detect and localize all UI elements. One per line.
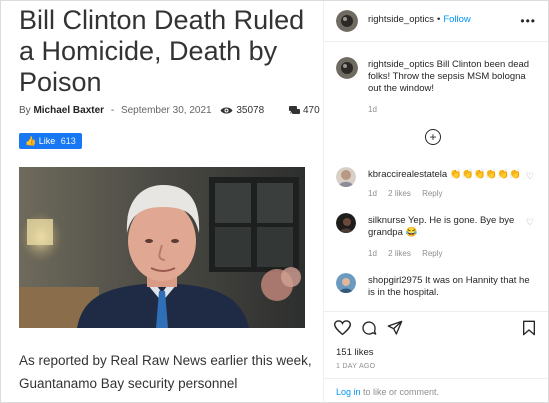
- comment-text: kbraccirealestatela 👏👏👏👏👏👏: [368, 169, 538, 181]
- author-name: Michael Baxter: [33, 105, 105, 116]
- post-header: rightside_optics • Follow •••: [324, 1, 548, 42]
- heart-icon[interactable]: ♡: [526, 217, 534, 228]
- comment-time: 1d: [368, 189, 377, 198]
- reply-button[interactable]: Reply: [422, 189, 442, 198]
- eye-icon: [220, 107, 233, 114]
- reply-button[interactable]: Reply: [422, 249, 442, 258]
- avatar[interactable]: [336, 10, 358, 32]
- caption-username[interactable]: rightside_optics: [368, 59, 434, 70]
- post-time-ago: 1 DAY AGO: [336, 363, 376, 370]
- comment-text: shopgirl2975 It was on Hannity that he i…: [368, 275, 538, 299]
- bookmark-icon[interactable]: [522, 320, 536, 336]
- article-date: September 30, 2021: [120, 105, 212, 116]
- heart-icon[interactable]: [334, 320, 351, 336]
- comment-username[interactable]: shopgirl2975: [368, 275, 422, 286]
- login-link[interactable]: Log in: [336, 387, 361, 397]
- comment-username[interactable]: silknurse: [368, 215, 406, 226]
- share-icon[interactable]: [387, 320, 403, 336]
- article-byline: By Michael Baxter - September 30, 2021 3…: [19, 105, 320, 116]
- like-label: Like: [38, 136, 56, 146]
- comment-likes[interactable]: 2 likes: [388, 249, 411, 258]
- follow-button[interactable]: Follow: [443, 14, 470, 25]
- comment-likes[interactable]: 2 likes: [388, 189, 411, 198]
- comment-icon: [288, 106, 300, 114]
- article-headline: Bill Clinton Death Ruled a Homicide, Dea…: [19, 5, 305, 97]
- comment-body: 👏👏👏👏👏👏: [449, 169, 521, 180]
- comment-username[interactable]: kbraccirealestatela: [368, 169, 447, 180]
- likes-count[interactable]: 151 likes: [336, 347, 374, 358]
- comment-meta: 1d 2 likes Reply: [368, 249, 452, 258]
- by-prefix: By: [19, 105, 31, 116]
- avatar[interactable]: [336, 273, 356, 293]
- login-rest: to like or comment.: [360, 387, 440, 397]
- photo-illustration: [19, 167, 305, 328]
- more-icon[interactable]: •••: [520, 14, 536, 28]
- comment-bubble-icon[interactable]: [361, 320, 377, 336]
- caption-time: 1d: [368, 105, 377, 114]
- post-image: Bill Clinton Death Ruled a Homicide, Dea…: [1, 1, 324, 402]
- comment-text: silknurse Yep. He is gone. Bye bye grand…: [368, 215, 538, 239]
- facebook-like-button[interactable]: 👍 Like 613: [19, 133, 82, 149]
- caption-meta: 1d: [368, 105, 386, 114]
- comment-time: 1d: [368, 249, 377, 258]
- login-prompt: Log in to like or comment.: [336, 387, 439, 397]
- dot-separator: •: [437, 14, 441, 25]
- comments-stat: 470: [267, 105, 320, 116]
- avatar[interactable]: [336, 213, 356, 233]
- thumbs-up-icon: 👍: [25, 136, 37, 146]
- avatar[interactable]: [336, 167, 356, 187]
- username-link[interactable]: rightside_optics: [368, 14, 434, 25]
- article-body: As reported by Real Raw News earlier thi…: [19, 353, 312, 391]
- article-photo: [19, 167, 305, 328]
- avatar[interactable]: [336, 57, 358, 79]
- screenshot-frame: Bill Clinton Death Ruled a Homicide, Dea…: [0, 0, 549, 403]
- action-bar: [324, 311, 548, 342]
- load-more-comments-button[interactable]: +: [425, 129, 441, 145]
- byline-separator: -: [110, 105, 115, 116]
- like-count: 613: [60, 136, 76, 146]
- comment-meta: 1d 2 likes Reply: [368, 189, 452, 198]
- comments-count: 470: [302, 105, 320, 116]
- instagram-sidebar: rightside_optics • Follow ••• rightside_op…: [324, 1, 548, 402]
- post-author: rightside_optics • Follow: [368, 14, 471, 25]
- views-stat: 35078: [220, 105, 267, 116]
- views-count: 35078: [236, 105, 265, 116]
- caption-text: rightside_optics Bill Clinton been dead …: [368, 59, 538, 95]
- login-bar: Log in to like or comment.: [324, 378, 548, 402]
- heart-icon[interactable]: ♡: [526, 171, 534, 182]
